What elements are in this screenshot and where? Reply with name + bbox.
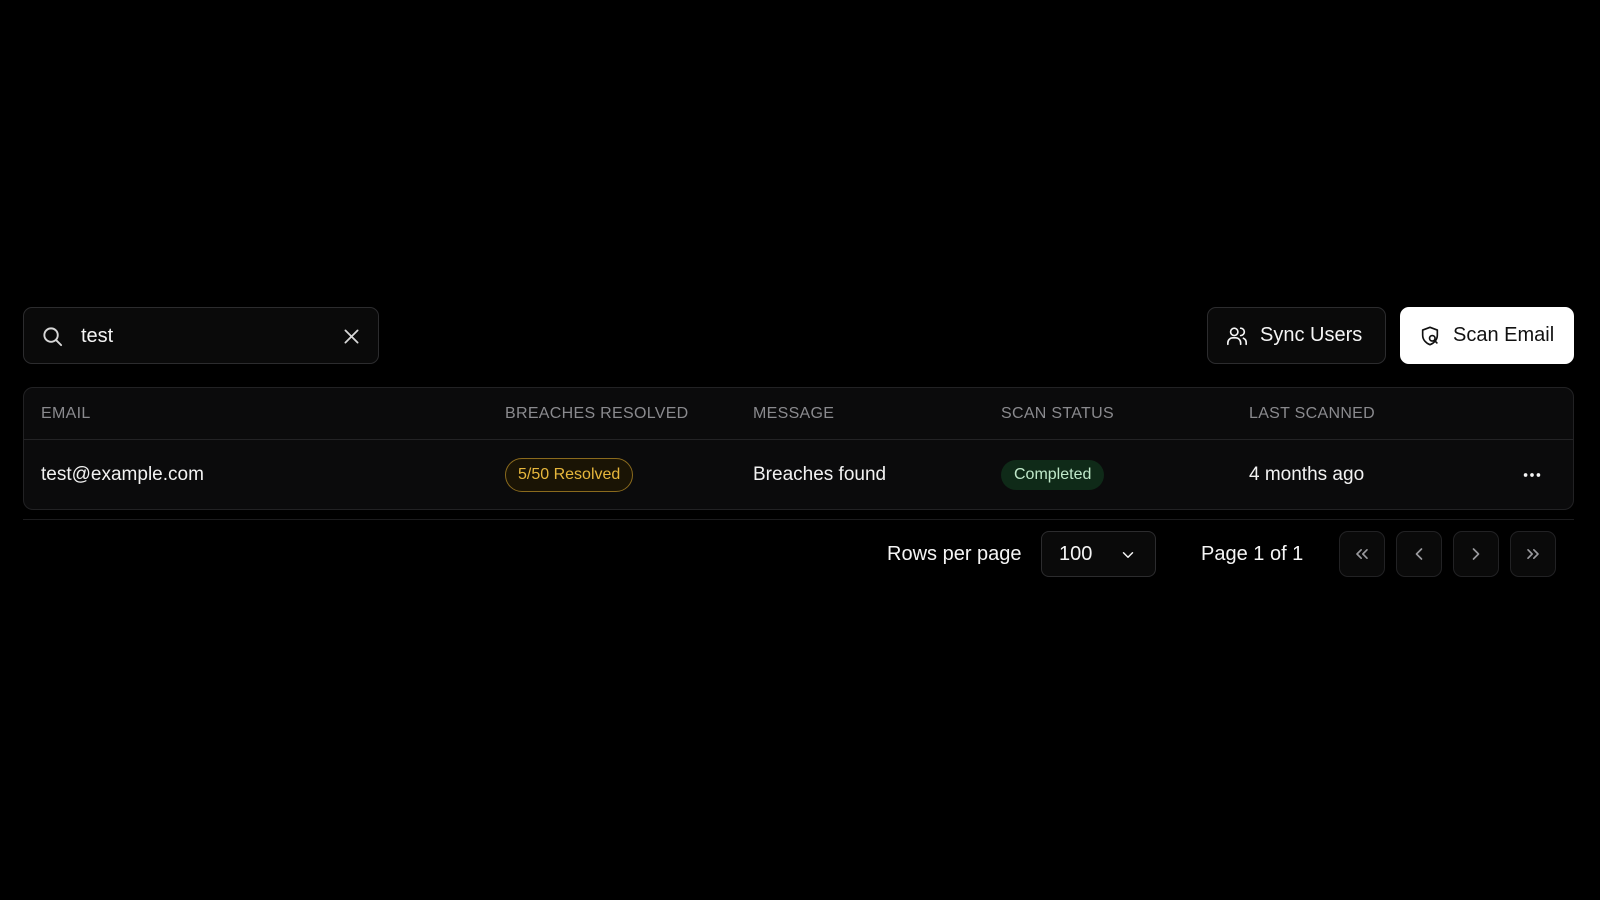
last-scanned-text: 4 months ago	[1249, 464, 1365, 485]
header-scan-status[interactable]: SCAN STATUS	[1001, 405, 1114, 423]
search-icon	[43, 327, 63, 347]
rows-per-page-label: Rows per page	[887, 543, 1022, 565]
chevrons-left-icon	[1356, 549, 1368, 559]
shield-search-icon	[1421, 325, 1439, 346]
cell-scan-status: Completed	[1001, 440, 1105, 509]
search-box	[23, 307, 379, 364]
chevron-right-icon	[1472, 548, 1480, 560]
email-text: test@example.com	[41, 464, 204, 485]
message-text: Breaches found	[753, 464, 887, 485]
close-icon[interactable]	[341, 326, 362, 347]
next-page-button[interactable]	[1453, 531, 1499, 577]
header-message[interactable]: MESSAGE	[753, 405, 834, 423]
header-last-scanned[interactable]: LAST SCANNED	[1249, 405, 1375, 423]
rows-per-page-value: 100	[1059, 542, 1093, 565]
pagination: Rows per page 100 Page 1 of 1	[0, 531, 1600, 577]
sync-users-label: Sync Users	[1260, 324, 1363, 346]
chevron-down-icon	[1122, 552, 1134, 558]
table-row[interactable]: test@example.com 5/50 Resolved Breaches …	[24, 440, 1573, 509]
users-table: EMAIL BREACHES RESOLVED MESSAGE SCAN STA…	[23, 387, 1574, 510]
status-badge: Completed	[1001, 460, 1105, 490]
chevron-left-icon	[1415, 548, 1423, 560]
header-email[interactable]: EMAIL	[41, 405, 91, 423]
first-page-button[interactable]	[1339, 531, 1385, 577]
search-input[interactable]	[81, 318, 321, 354]
last-page-button[interactable]	[1510, 531, 1556, 577]
table-header: EMAIL BREACHES RESOLVED MESSAGE SCAN STA…	[24, 388, 1573, 440]
chevrons-right-icon	[1527, 549, 1539, 559]
cell-message: Breaches found	[753, 440, 887, 509]
cell-breaches-resolved: 5/50 Resolved	[505, 440, 634, 509]
header-breaches-resolved[interactable]: BREACHES RESOLVED	[505, 405, 689, 423]
page-info: Page 1 of 1	[1201, 543, 1304, 565]
cell-email: test@example.com	[41, 440, 204, 509]
more-horizontal-icon[interactable]	[1521, 464, 1543, 486]
previous-page-button[interactable]	[1396, 531, 1442, 577]
rows-per-page-select[interactable]: 100	[1041, 531, 1156, 577]
toolbar: Sync Users Scan Email	[23, 307, 1574, 364]
divider	[23, 519, 1574, 520]
users-icon	[1227, 326, 1247, 345]
cell-last-scanned: 4 months ago	[1249, 440, 1365, 509]
sync-users-button[interactable]: Sync Users	[1207, 307, 1386, 364]
resolved-badge: 5/50 Resolved	[505, 458, 634, 492]
scan-email-label: Scan Email	[1453, 324, 1555, 346]
scan-email-button[interactable]: Scan Email	[1400, 307, 1574, 364]
